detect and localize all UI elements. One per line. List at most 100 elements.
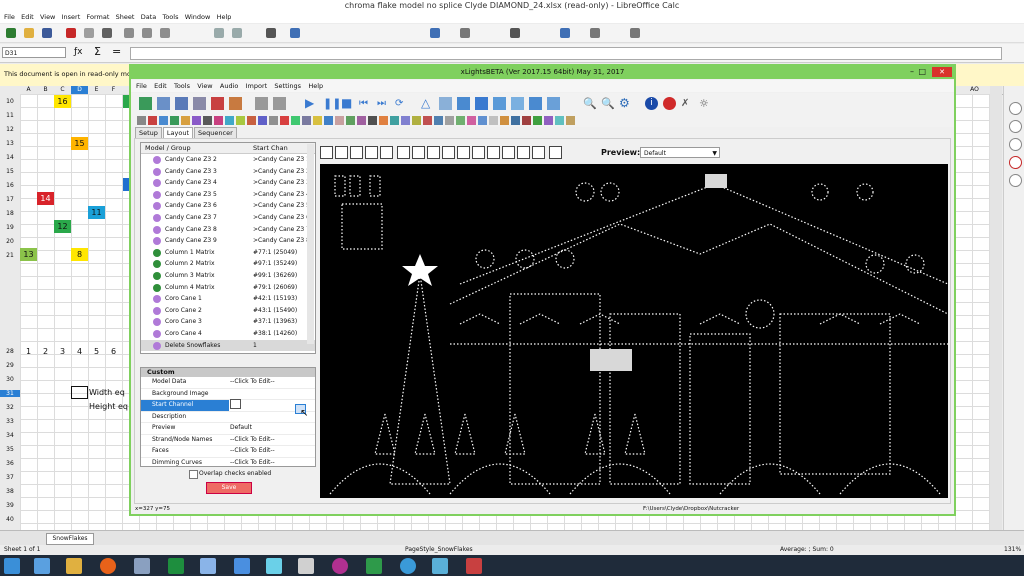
pause-icon[interactable]: ❚❚ (323, 97, 341, 110)
side-window-outline[interactable] (779, 313, 891, 475)
sum-icon[interactable]: Σ (94, 45, 101, 58)
zoom-in-icon[interactable]: 🔍 (583, 97, 597, 110)
info-icon[interactable]: i (645, 97, 658, 110)
formula-input[interactable] (130, 47, 1002, 60)
mini-tree-model[interactable] (374, 413, 396, 455)
zoom-out-icon[interactable]: 🔍 (601, 97, 615, 110)
row-number[interactable]: 21 (0, 252, 20, 259)
save-sequence-icon[interactable] (175, 97, 188, 110)
cell-row28[interactable]: 1 (20, 345, 37, 358)
new-document-icon[interactable] (6, 28, 16, 38)
paste-effect-icon[interactable] (273, 97, 286, 110)
sort-icon[interactable] (430, 28, 440, 38)
lo-menu-view[interactable]: View (40, 11, 55, 23)
xl-menu-audio[interactable]: Audio (220, 80, 238, 92)
window-outline[interactable] (609, 313, 681, 485)
reindeer-model[interactable] (579, 313, 621, 325)
snowflake-model[interactable] (555, 249, 575, 269)
effect-icon[interactable] (456, 116, 465, 125)
functions-icon[interactable] (1009, 174, 1022, 187)
model-row[interactable]: Candy Cane Z3 5 >Candy Cane Z3 4: (141, 189, 315, 201)
effect-icon[interactable] (148, 116, 157, 125)
property-value[interactable]: --Click To Edit-- (230, 458, 275, 467)
effect-icon[interactable] (269, 116, 278, 125)
arches-icon[interactable] (320, 146, 333, 159)
background-image-picker[interactable] (230, 399, 241, 409)
lo-menu-insert[interactable]: Insert (62, 11, 81, 23)
grid-icon[interactable] (547, 97, 560, 110)
property-value[interactable]: Default (230, 423, 252, 434)
effect-icon[interactable] (544, 116, 553, 125)
find-replace-icon[interactable] (266, 28, 276, 38)
export-pdf-icon[interactable] (84, 28, 94, 38)
poly-line-icon[interactable] (457, 146, 470, 159)
model-row[interactable]: Candy Cane Z3 3 >Candy Cane Z3 2: (141, 166, 315, 178)
lo-menu-format[interactable]: Format (87, 11, 110, 23)
image-model-icon[interactable] (427, 146, 440, 159)
lo-menu-sheet[interactable]: Sheet (116, 11, 135, 23)
name-box[interactable]: D31 (2, 47, 66, 58)
row-number[interactable]: 37 (0, 474, 20, 481)
stop-output-icon[interactable] (663, 97, 676, 110)
property-row[interactable]: Description (141, 412, 315, 423)
redo-icon[interactable] (232, 28, 242, 38)
arch-model[interactable] (449, 463, 551, 495)
copy-icon[interactable] (142, 28, 152, 38)
property-row[interactable]: Dimming Curves --Click To Edit-- (141, 458, 315, 467)
warning-triangle-icon[interactable]: △ (421, 97, 434, 110)
render-icon[interactable] (229, 97, 242, 110)
header-start-chan[interactable]: Start Chan (253, 143, 288, 153)
layers-icon[interactable] (475, 97, 488, 110)
stop-icon[interactable]: ■ (341, 97, 354, 110)
xl-menu-view[interactable]: View (197, 80, 212, 92)
property-row[interactable]: Strand/Node Names --Click To Edit-- (141, 435, 315, 446)
model-row[interactable]: Candy Cane Z3 7 >Candy Cane Z3 6: (141, 212, 315, 224)
open-folder-icon[interactable] (24, 28, 34, 38)
mini-tree-model[interactable] (454, 413, 476, 455)
rewind-icon[interactable]: ⏮ (359, 97, 372, 110)
row-number[interactable]: 33 (0, 418, 20, 425)
effect-dropper-icon[interactable] (529, 97, 542, 110)
folder-app-icon[interactable] (66, 558, 82, 574)
lightbulb-icon[interactable]: ☼ (699, 97, 712, 110)
effect-icon[interactable] (302, 116, 311, 125)
effect-icon[interactable] (511, 116, 520, 125)
mini-tree-model[interactable] (504, 413, 526, 455)
effect-icon[interactable] (247, 116, 256, 125)
navigator-icon[interactable] (1009, 156, 1022, 169)
reindeer-model[interactable] (519, 313, 561, 325)
open-sequence-icon[interactable] (157, 97, 170, 110)
row-number[interactable]: 17 (0, 196, 20, 203)
vertical-scrollbar[interactable] (990, 86, 1002, 530)
effect-icon[interactable] (181, 116, 190, 125)
reindeer-model[interactable] (879, 313, 921, 325)
house-preview-icon[interactable] (493, 97, 506, 110)
property-row[interactable]: Start Channel1 (141, 400, 315, 412)
effect-icon[interactable] (379, 116, 388, 125)
writer-app-icon[interactable] (234, 558, 250, 574)
xl-menu-tools[interactable]: Tools (174, 80, 190, 92)
property-value[interactable]: --Click To Edit-- (230, 446, 275, 457)
effect-icon[interactable] (555, 116, 564, 125)
model-row[interactable]: Coro Cane 4 #38:1 (14260) (141, 328, 315, 340)
row-number[interactable]: 10 (0, 98, 20, 105)
snowflake-model[interactable] (811, 183, 829, 201)
cell-13[interactable]: 13 (20, 248, 37, 261)
model-row[interactable]: Candy Cane Z3 8 >Candy Cane Z3 7: (141, 224, 315, 236)
function-wizard-icon[interactable]: ƒx (74, 47, 83, 57)
row-number[interactable]: 16 (0, 182, 20, 189)
copy-effect-icon[interactable] (255, 97, 268, 110)
save-icon[interactable] (42, 28, 52, 38)
col-header-a[interactable]: A (20, 86, 37, 94)
model-row[interactable]: Column 1 Matrix #77:1 (25049) (141, 247, 315, 259)
effect-icon[interactable] (401, 116, 410, 125)
effect-icon[interactable] (280, 116, 289, 125)
effect-icon[interactable] (324, 116, 333, 125)
reindeer-model[interactable] (819, 313, 861, 325)
cell-14[interactable]: 14 (37, 192, 54, 205)
row-number[interactable]: 13 (0, 140, 20, 147)
row-number[interactable]: 29 (0, 362, 20, 369)
channel-block-icon[interactable] (549, 146, 562, 159)
notes-app-icon[interactable] (432, 558, 448, 574)
effect-icon[interactable] (258, 116, 267, 125)
